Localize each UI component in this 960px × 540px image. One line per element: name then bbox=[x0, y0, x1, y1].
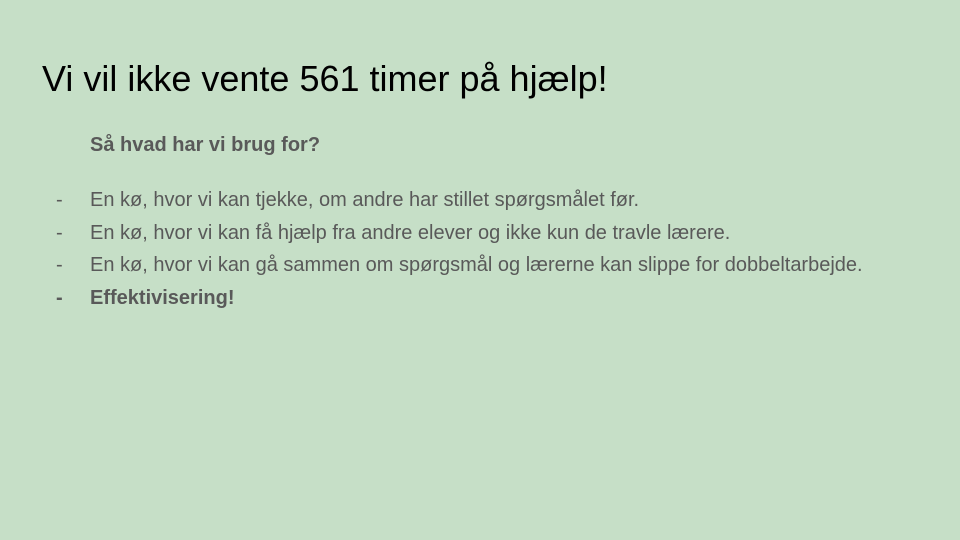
bullet-dash: - bbox=[56, 254, 63, 276]
slide: Vi vil ikke vente 561 timer på hjælp! Så… bbox=[0, 0, 960, 540]
bullet-item-emphasis: - Effektivisering! bbox=[56, 282, 916, 315]
bullet-item: - En kø, hvor vi kan tjekke, om andre ha… bbox=[56, 184, 916, 217]
bullet-text: En kø, hvor vi kan tjekke, om andre har … bbox=[90, 189, 640, 211]
slide-subheading: Så hvad har vi brug for? bbox=[90, 134, 321, 156]
bullet-item: - En kø, hvor vi kan få hjælp fra andre … bbox=[56, 217, 916, 250]
bullet-text: En kø, hvor vi kan få hjælp fra andre el… bbox=[90, 221, 731, 244]
bullet-dash: - bbox=[56, 221, 63, 244]
slide-title: Vi vil ikke vente 561 timer på hjælp! bbox=[42, 58, 608, 99]
bullet-dash: - bbox=[56, 286, 63, 309]
bullet-text: Effektivisering! bbox=[90, 286, 235, 309]
bullet-dash: - bbox=[56, 189, 63, 211]
bullet-text: En kø, hvor vi kan gå sammen om spørgsmå… bbox=[90, 254, 863, 276]
bullet-list: - En kø, hvor vi kan tjekke, om andre ha… bbox=[56, 184, 916, 314]
bullet-item: - En kø, hvor vi kan gå sammen om spørgs… bbox=[56, 249, 916, 282]
